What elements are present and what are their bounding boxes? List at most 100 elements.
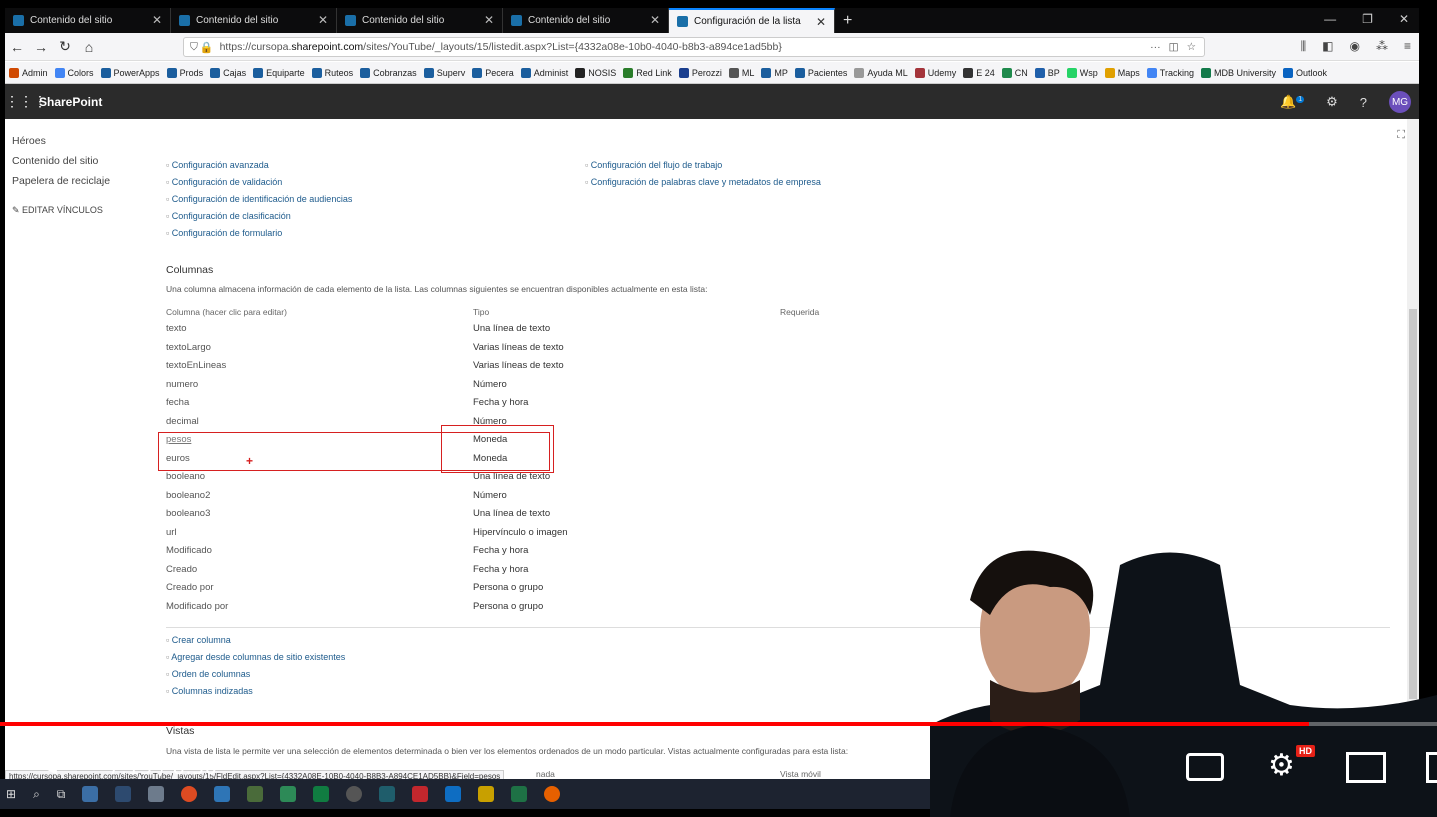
theater-mode-icon[interactable] (1426, 752, 1437, 783)
bookmark-item[interactable]: Pacientes (794, 67, 847, 78)
pocket-icon[interactable]: ◫ (1169, 41, 1179, 53)
browser-tab[interactable]: Contenido del sitio ✕ (171, 8, 337, 33)
link-metadata-settings[interactable]: Configuración de palabras clave y metada… (585, 177, 821, 194)
bookmark-item[interactable]: Administ (520, 67, 568, 78)
nav-item-heroes[interactable]: Héroes (12, 135, 110, 155)
bookmark-item[interactable]: Pecera (472, 67, 514, 78)
link-add-site-columns[interactable]: Agregar desde columnas de sitio existent… (166, 652, 345, 669)
forward-icon[interactable]: → (29, 39, 53, 55)
close-tab-icon[interactable]: ✕ (484, 13, 494, 27)
subtitles-icon[interactable] (1186, 753, 1224, 781)
library-icon[interactable]: ⫼ (1301, 39, 1307, 54)
bookmark-item[interactable]: Wsp (1066, 67, 1098, 78)
browser-tab[interactable]: Contenido del sitio ✕ (5, 8, 171, 33)
app-icon[interactable] (247, 786, 264, 802)
bookmark-item[interactable]: Admin (9, 67, 48, 78)
column-name-link[interactable]: booleano (166, 471, 473, 490)
bookmark-item[interactable]: Perozzi (678, 67, 722, 78)
bookmark-item[interactable]: MP (761, 67, 788, 78)
account-icon[interactable]: ◉ (1350, 39, 1360, 54)
link-column-order[interactable]: Orden de columnas (166, 669, 345, 686)
bookmark-item[interactable]: Cobranzas (360, 67, 417, 78)
column-name-link[interactable]: Modificado por (166, 601, 473, 620)
app-icon[interactable] (148, 786, 165, 802)
browser-tab-active[interactable]: Configuración de la lista ✕ (669, 8, 835, 33)
miniplayer-icon[interactable] (1346, 752, 1386, 783)
app-title[interactable]: SharePoint (39, 95, 102, 109)
browser-tab[interactable]: Contenido del sitio ✕ (503, 8, 669, 33)
close-tab-icon[interactable]: ✕ (152, 13, 162, 27)
link-validation-settings[interactable]: Configuración de validación (166, 177, 352, 194)
volume-icon[interactable]: ◀ (40, 752, 57, 778)
bookmark-item[interactable]: Ruteos (311, 67, 353, 78)
app-icon[interactable] (214, 786, 231, 802)
nav-item-site-contents[interactable]: Contenido del sitio (12, 155, 110, 175)
bookmark-star-icon[interactable]: ☆ (1187, 41, 1196, 53)
bookmark-item[interactable]: NOSIS (575, 67, 616, 78)
app-icon[interactable] (280, 786, 297, 802)
bookmark-item[interactable]: ML (728, 67, 754, 78)
video-progress-bar[interactable] (0, 722, 1437, 726)
link-create-column[interactable]: Crear columna (166, 635, 345, 652)
back-icon[interactable]: ← (5, 39, 29, 55)
bookmark-item[interactable]: Tracking (1146, 67, 1194, 78)
app-icon[interactable] (115, 786, 132, 802)
link-workflow-settings[interactable]: Configuración del flujo de trabajo (585, 160, 821, 177)
sidebar-icon[interactable]: ◧ (1322, 39, 1333, 54)
app-icon[interactable] (313, 786, 330, 802)
link-form-settings[interactable]: Configuración de formulario (166, 228, 352, 245)
column-name-link[interactable]: textoLargo (166, 342, 473, 361)
browser-tab[interactable]: Contenido del sitio ✕ (337, 8, 503, 33)
app-icon[interactable] (346, 786, 363, 802)
search-icon[interactable]: ⌕ (33, 787, 40, 802)
column-name-link[interactable]: fecha (166, 397, 473, 416)
start-icon[interactable]: ⊞ (6, 787, 16, 801)
bookmark-item[interactable]: CN (1001, 67, 1028, 78)
maximize-icon[interactable]: ❐ (1362, 12, 1373, 26)
help-icon[interactable]: ? (1360, 95, 1367, 110)
bookmark-item[interactable]: Equiparte (253, 67, 305, 78)
link-indexed-columns[interactable]: Columnas indizadas (166, 686, 345, 703)
column-name-link[interactable]: textoEnLineas (166, 360, 473, 379)
column-name-link[interactable]: Modificado (166, 545, 473, 564)
menu-icon[interactable]: ≡ (1404, 39, 1411, 54)
bookmark-item[interactable]: E 24 (963, 67, 995, 78)
close-window-icon[interactable]: ✕ (1399, 12, 1409, 26)
bookmark-item[interactable]: Superv (423, 67, 465, 78)
column-name-link[interactable]: booleano2 (166, 490, 473, 509)
edit-links-button[interactable]: ✎ EDITAR VÍNCULOS (12, 205, 110, 225)
column-name-link[interactable]: url (166, 527, 473, 546)
bookmark-item[interactable]: Prods (166, 67, 203, 78)
bookmark-item[interactable]: Colors (54, 67, 94, 78)
column-name-link[interactable]: numero (166, 379, 473, 398)
url-bar[interactable]: ⛉ 🔒 https://cursopa. sharepoint.com/sites… (183, 37, 1205, 57)
bookmark-item[interactable]: Maps (1104, 67, 1140, 78)
settings-icon[interactable]: ⚙ (1326, 94, 1338, 110)
app-icon[interactable] (379, 786, 396, 802)
extension-icon[interactable]: ⁂ (1376, 39, 1388, 54)
column-name-link[interactable]: booleano3 (166, 508, 473, 527)
bookmark-item[interactable]: Udemy (914, 67, 956, 78)
close-tab-icon[interactable]: ✕ (318, 13, 328, 27)
bookmark-item[interactable]: MDB University (1200, 67, 1276, 78)
app-launcher-icon[interactable]: ⋮⋮⋮ (5, 93, 47, 110)
firefox-icon[interactable] (544, 786, 561, 802)
nav-item-recycle-bin[interactable]: Papelera de reciclaje (12, 175, 110, 195)
app-icon[interactable] (412, 786, 429, 802)
settings-gear-icon[interactable]: ⚙ (1268, 748, 1295, 783)
reload-icon[interactable]: ↻ (53, 38, 77, 55)
link-classification-settings[interactable]: Configuración de clasificación (166, 211, 352, 228)
app-icon[interactable] (478, 786, 495, 802)
column-name-link[interactable]: texto (166, 323, 473, 342)
bookmark-item[interactable]: BP (1034, 67, 1060, 78)
column-name-link[interactable]: Creado por (166, 582, 473, 601)
avatar[interactable]: MG (1389, 91, 1411, 113)
link-audience-settings[interactable]: Configuración de identificación de audie… (166, 194, 353, 211)
close-tab-icon[interactable]: ✕ (816, 15, 826, 29)
home-icon[interactable]: ⌂ (77, 39, 101, 55)
page-actions-icon[interactable]: ··· (1150, 41, 1161, 53)
excel-icon[interactable] (511, 786, 528, 802)
app-icon[interactable] (82, 786, 99, 802)
bookmark-item[interactable]: Cajas (210, 67, 246, 78)
bookmark-item[interactable]: PowerApps (100, 67, 160, 78)
